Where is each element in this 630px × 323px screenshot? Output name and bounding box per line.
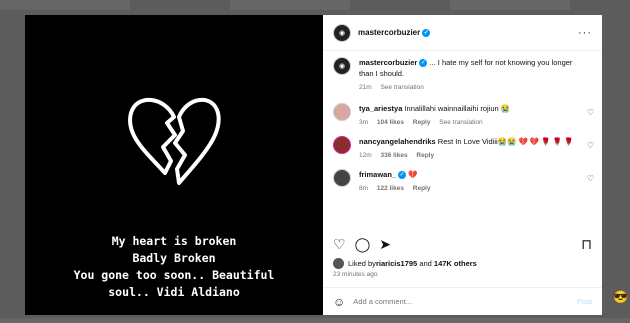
comment-avatar[interactable] <box>333 169 351 187</box>
comments-panel: ◉ mastercorbuzier ✓ ··· ◉ mastercorbuzier… <box>323 15 602 315</box>
comment-like-icon[interactable]: ♡ <box>587 141 594 150</box>
comment-text: mastercorbuzier ✓ ... I hate my self for … <box>359 58 573 78</box>
author-avatar[interactable]: ◉ <box>333 23 351 42</box>
caption-line: Badly Broken <box>132 251 216 265</box>
author-username[interactable]: mastercorbuzier ✓ <box>358 28 431 37</box>
liker-avatar[interactable] <box>333 258 344 269</box>
more-options-icon[interactable]: ··· <box>578 27 592 39</box>
comment-item: frimawan_ ✓ 💔 8m 122 likes Reply ♡ <box>333 169 594 192</box>
comment-text: nancyangelahendriks Rest In Love Vidiii😭… <box>359 137 574 146</box>
comment-time: 21m <box>359 84 372 91</box>
bookmark-icon[interactable]: ⊓ <box>581 236 592 253</box>
comment-time: 8m <box>359 185 369 192</box>
add-comment-bar: ☺ Post <box>323 287 602 315</box>
comment-item: tya_ariestya Innalillahi wainnaillaihi r… <box>333 103 594 126</box>
liker-username[interactable]: riaricis1795 <box>376 259 417 268</box>
comment-time: 3m <box>359 119 369 126</box>
emoji-icon[interactable]: ☺ <box>333 295 345 309</box>
likes-prefix: Liked by <box>348 259 376 268</box>
broken-heart-icon <box>128 97 221 185</box>
see-translation-link[interactable]: See translation <box>439 119 482 126</box>
likes-summary: Liked by riaricis1795 and 147K others <box>333 258 477 269</box>
comment-text: frimawan_ ✓ 💔 <box>359 170 418 180</box>
comment-meta: 21m See translation <box>359 84 580 91</box>
comment-username[interactable]: mastercorbuzier <box>359 58 417 67</box>
comment-list: ◉ mastercorbuzier ✓ ... I hate my self fo… <box>333 57 594 192</box>
comment-likes[interactable]: 104 likes <box>377 119 404 126</box>
comment-username[interactable]: frimawan_ <box>359 170 396 179</box>
comment-like-icon[interactable]: ♡ <box>587 174 594 183</box>
post-header: ◉ mastercorbuzier ✓ ··· <box>323 15 602 51</box>
comment-icon[interactable]: ◯ <box>355 236 371 253</box>
sunglasses-icon: 😎 <box>613 290 628 304</box>
caption-line: soul.. Vidi Aldiano <box>108 285 240 299</box>
see-translation-link[interactable]: See translation <box>380 84 423 91</box>
comment-item: nancyangelahendriks Rest In Love Vidiii😭… <box>333 136 594 159</box>
comment-likes[interactable]: 122 likes <box>377 185 404 192</box>
comment-avatar[interactable] <box>333 103 351 121</box>
post-image: My heart is broken Badly Broken You gone… <box>25 15 323 315</box>
comment-avatar[interactable]: ◉ <box>333 57 351 75</box>
verified-badge-icon: ✓ <box>422 28 431 37</box>
comment-item: ◉ mastercorbuzier ✓ ... I hate my self fo… <box>333 57 594 91</box>
post-button[interactable]: Post <box>577 297 592 306</box>
likes-middle: and <box>417 259 434 268</box>
comment-avatar[interactable] <box>333 136 351 154</box>
reply-link[interactable]: Reply <box>416 152 434 159</box>
comment-meta: 3m 104 likes Reply See translation <box>359 119 580 126</box>
comment-username[interactable]: tya_ariestya <box>359 104 402 113</box>
post-modal: My heart is broken Badly Broken You gone… <box>25 15 602 315</box>
reply-link[interactable]: Reply <box>413 185 431 192</box>
comment-meta: 8m 122 likes Reply <box>359 185 580 192</box>
comment-time: 12m <box>359 152 372 159</box>
comment-likes[interactable]: 336 likes <box>380 152 407 159</box>
add-comment-input[interactable] <box>353 297 577 306</box>
image-caption: My heart is broken Badly Broken You gone… <box>25 233 323 301</box>
post-timestamp: 23 minutes ago <box>333 271 378 278</box>
reply-link[interactable]: Reply <box>413 119 431 126</box>
comment-meta: 12m 336 likes Reply <box>359 152 580 159</box>
comment-like-icon[interactable]: ♡ <box>587 108 594 117</box>
comment-text: tya_ariestya Innalillahi wainnaillaihi r… <box>359 104 511 113</box>
comment-username[interactable]: nancyangelahendriks <box>359 137 436 146</box>
likes-count[interactable]: 147K others <box>434 259 477 268</box>
caption-line: My heart is broken <box>111 234 237 248</box>
share-icon[interactable]: ➤ <box>379 236 391 253</box>
heart-outline-icon[interactable]: ♡ <box>333 236 346 253</box>
action-bar: ♡ ◯ ➤ ⊓ <box>333 234 592 254</box>
caption-line: You gone too soon.. Beautiful <box>73 268 275 282</box>
verified-badge-icon: ✓ <box>398 171 407 180</box>
